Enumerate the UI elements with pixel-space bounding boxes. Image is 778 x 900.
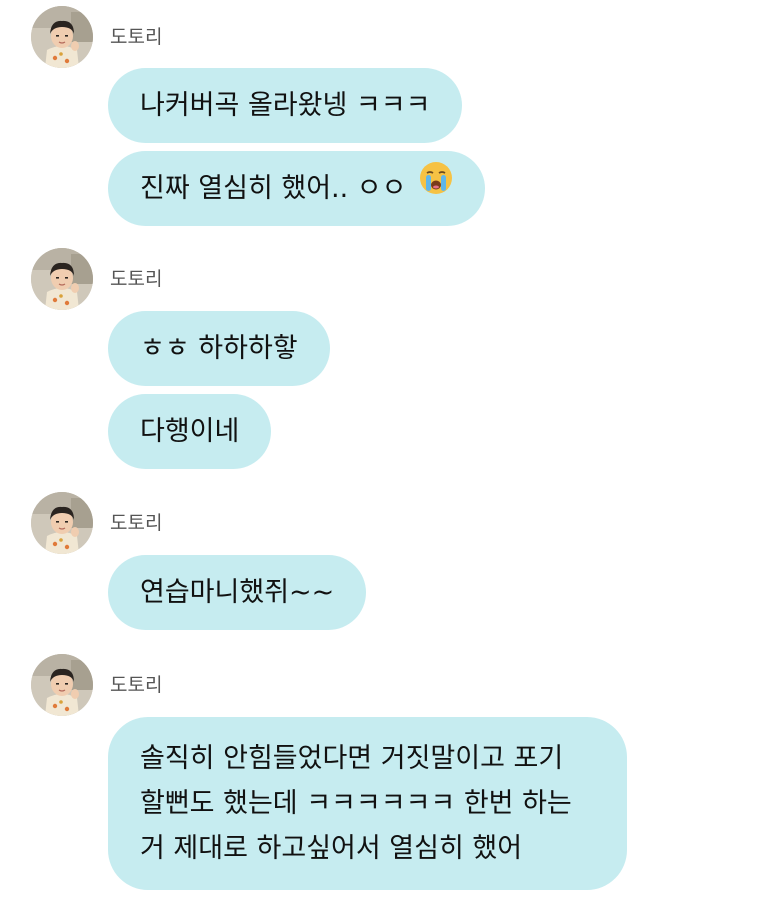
message-bubble[interactable]: 연습마니했쥐~~ — [108, 555, 367, 630]
message-bubble[interactable]: 진짜 열심히 했어.. ㅇㅇ — [108, 149, 486, 226]
message-text: 나커버곡 올라왔넹 ㅋㅋㅋ — [140, 90, 431, 121]
sender-name: 도토리 — [110, 512, 163, 534]
sender-avatar[interactable] — [31, 6, 93, 68]
message-text: ㅎㅎ 하하하핳 — [140, 333, 298, 364]
sender-avatar[interactable] — [31, 248, 93, 310]
message-text: 다행이네 — [140, 416, 240, 447]
sender-avatar[interactable] — [31, 492, 93, 554]
loudly-crying-face-icon — [419, 149, 453, 224]
message-line: 솔직히 안힘들었다면 거짓말이고 포기 — [140, 743, 564, 774]
message-bubble[interactable]: 나커버곡 올라왔넹 ㅋㅋㅋ — [108, 68, 463, 143]
message-line: 거 제대로 하고싶어서 열심히 했어 — [140, 833, 523, 864]
message-line: 할뻔도 했는데 ㅋㅋㅋㅋㅋㅋ 한번 하는 — [140, 788, 572, 819]
sender-name: 도토리 — [110, 674, 163, 696]
sender-name: 도토리 — [110, 268, 163, 290]
message-text: 진짜 열심히 했어.. ㅇㅇ — [140, 173, 407, 204]
message-text: 연습마니했쥐~~ — [140, 577, 335, 608]
message-bubble[interactable]: ㅎㅎ 하하하핳 — [108, 311, 330, 386]
message-bubble[interactable]: 솔직히 안힘들었다면 거짓말이고 포기 할뻔도 했는데 ㅋㅋㅋㅋㅋㅋ 한번 하는… — [108, 717, 627, 890]
message-bubble[interactable]: 다행이네 — [108, 394, 272, 469]
sender-avatar[interactable] — [31, 654, 93, 716]
sender-name: 도토리 — [110, 26, 163, 48]
